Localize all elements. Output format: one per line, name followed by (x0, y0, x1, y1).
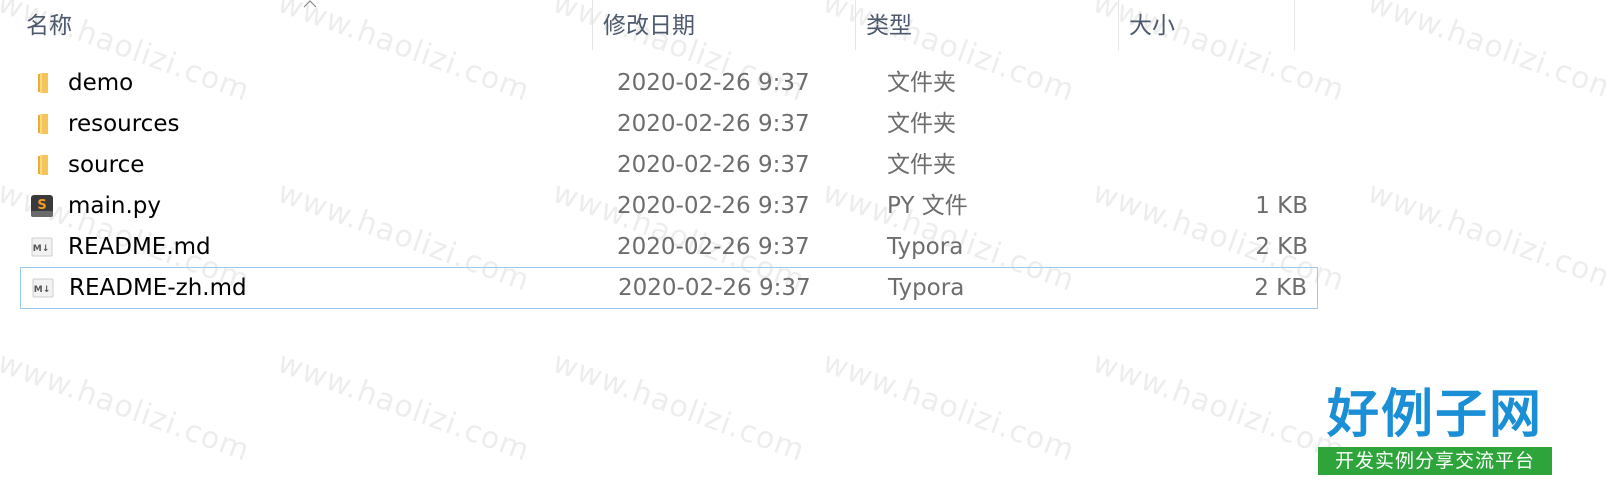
watermark-text: www.haolizi.com (0, 345, 255, 469)
file-size: 1 KB (1255, 193, 1308, 219)
svg-text:M↓: M↓ (34, 285, 51, 295)
file-date: 2020-02-26 9:37 (617, 152, 810, 178)
folder-icon (38, 114, 48, 134)
column-divider[interactable] (855, 0, 856, 50)
file-date: 2020-02-26 9:37 (617, 111, 810, 137)
file-size: 2 KB (1255, 234, 1308, 260)
file-type: 文件夹 (887, 70, 956, 96)
watermark-text: www.haolizi.com (1363, 175, 1606, 299)
file-type: 文件夹 (887, 111, 956, 137)
site-logo: 好例子网 开发实例分享交流平台 (1318, 385, 1552, 477)
column-header-type[interactable]: 类型 (866, 8, 912, 44)
file-date: 2020-02-26 9:37 (617, 234, 810, 260)
svg-text:M↓: M↓ (33, 244, 50, 254)
watermark-text: www.haolizi.com (1088, 345, 1350, 469)
file-size: 2 KB (1254, 275, 1307, 301)
column-divider[interactable] (592, 0, 593, 50)
column-header-size[interactable]: 大小 (1129, 8, 1175, 44)
watermark-text: www.haolizi.com (818, 345, 1080, 469)
file-row[interactable]: resources 2020-02-26 9:37 文件夹 (20, 104, 1318, 144)
logo-title: 好例子网 (1326, 384, 1543, 445)
file-name: demo (68, 70, 134, 96)
logo-subtitle: 开发实例分享交流平台 (1318, 447, 1552, 475)
file-row-selected[interactable]: M↓ README-zh.md 2020-02-26 9:37 Typora 2… (20, 267, 1318, 309)
file-name: source (68, 152, 145, 178)
file-explorer: www.haolizi.com www.haolizi.com www.haol… (0, 0, 1606, 488)
folder-icon (38, 155, 48, 175)
markdown-file-icon: M↓ (32, 278, 54, 298)
column-header-bar: 名称 修改日期 类型 大小 (0, 0, 1606, 52)
watermark-text: www.haolizi.com (273, 345, 535, 469)
file-name: README.md (68, 234, 211, 260)
file-row[interactable]: S main.py 2020-02-26 9:37 PY 文件 1 KB (20, 186, 1318, 226)
svg-text:S: S (37, 198, 46, 213)
watermark-text: www.haolizi.com (548, 345, 810, 469)
column-header-date[interactable]: 修改日期 (603, 8, 695, 44)
file-date: 2020-02-26 9:37 (617, 193, 810, 219)
file-type: Typora (887, 234, 964, 260)
column-divider[interactable] (1294, 0, 1295, 50)
file-row[interactable]: demo 2020-02-26 9:37 文件夹 (20, 63, 1318, 103)
column-divider[interactable] (1118, 0, 1119, 50)
folder-icon (38, 73, 48, 93)
file-name: README-zh.md (69, 275, 247, 301)
file-row[interactable]: M↓ README.md 2020-02-26 9:37 Typora 2 KB (20, 227, 1318, 267)
sublime-file-icon: S (31, 195, 53, 217)
file-name: resources (68, 111, 180, 137)
file-name: main.py (68, 193, 161, 219)
file-date: 2020-02-26 9:37 (618, 275, 811, 301)
file-row[interactable]: source 2020-02-26 9:37 文件夹 (20, 145, 1318, 185)
markdown-file-icon: M↓ (31, 237, 53, 257)
file-type: 文件夹 (887, 152, 956, 178)
file-date: 2020-02-26 9:37 (617, 70, 810, 96)
column-header-name[interactable]: 名称 (26, 8, 72, 44)
file-type: PY 文件 (887, 193, 968, 219)
file-type: Typora (888, 275, 965, 301)
sort-ascending-icon (303, 0, 317, 8)
